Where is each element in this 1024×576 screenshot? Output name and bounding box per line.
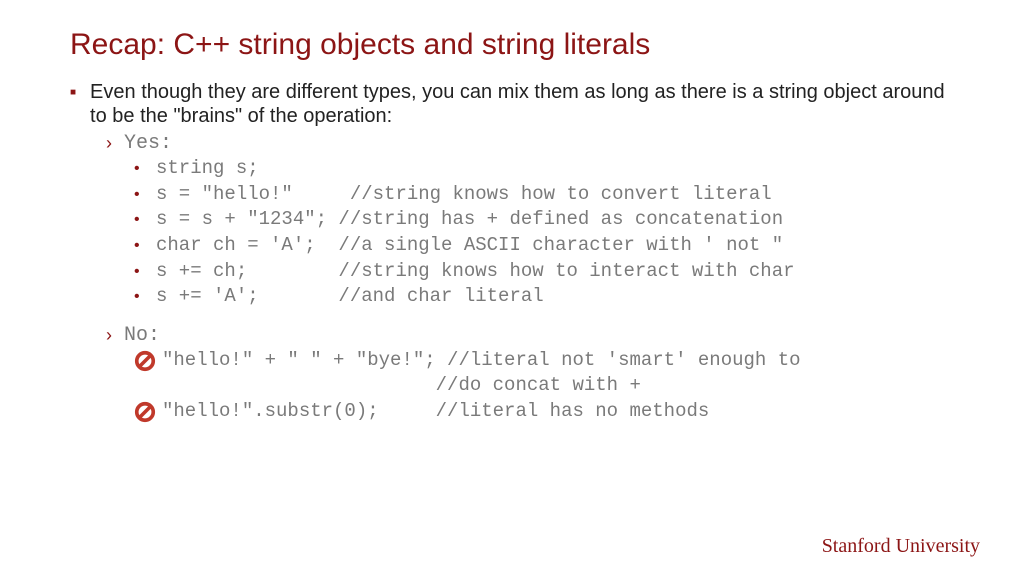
code: //do concat with + — [162, 373, 641, 399]
dot-bullet-icon: • — [134, 209, 146, 231]
code: string s; — [156, 156, 259, 182]
slide-title: Recap: C++ string objects and string lit… — [70, 28, 954, 62]
code-line: • s = s + "1234"; //string has + defined… — [134, 207, 954, 233]
no-code-list: "hello!" + " " + "bye!"; //literal not '… — [134, 348, 954, 425]
no-label: No: — [124, 324, 160, 347]
code-line: //do concat with + — [134, 373, 954, 399]
code-line: "hello!".substr(0); //literal has no met… — [134, 399, 954, 425]
chevron-icon: › — [106, 325, 112, 346]
code-line: "hello!" + " " + "bye!"; //literal not '… — [134, 348, 954, 374]
code: "hello!".substr(0); //literal has no met… — [162, 399, 709, 425]
footer-logo: Stanford University — [822, 535, 980, 558]
code-line: • s += ch; //string knows how to interac… — [134, 259, 954, 285]
dot-bullet-icon: • — [134, 158, 146, 180]
code-line: • s = "hello!" //string knows how to con… — [134, 182, 954, 208]
dot-bullet-icon: • — [134, 261, 146, 283]
code-line: • string s; — [134, 156, 954, 182]
no-header: › No: — [106, 324, 954, 347]
spacer — [134, 375, 156, 397]
yes-header: › Yes: — [106, 132, 954, 155]
dot-bullet-icon: • — [134, 286, 146, 308]
square-bullet-icon: ■ — [70, 87, 76, 98]
code: s = s + "1234"; //string has + defined a… — [156, 207, 783, 233]
code: s = "hello!" //string knows how to conve… — [156, 182, 772, 208]
code: "hello!" + " " + "bye!"; //literal not '… — [162, 348, 801, 374]
code: s += ch; //string knows how to interact … — [156, 259, 795, 285]
intro-text: Even though they are different types, yo… — [90, 80, 954, 128]
chevron-icon: › — [106, 133, 112, 154]
dot-bullet-icon: • — [134, 184, 146, 206]
intro-bullet: ■ Even though they are different types, … — [70, 80, 954, 128]
prohibited-icon — [134, 401, 156, 423]
dot-bullet-icon: • — [134, 235, 146, 257]
code: s += 'A'; //and char literal — [156, 284, 544, 310]
yes-label: Yes: — [124, 132, 172, 155]
yes-code-list: • string s; • s = "hello!" //string know… — [134, 156, 954, 310]
code-line: • s += 'A'; //and char literal — [134, 284, 954, 310]
code-line: • char ch = 'A'; //a single ASCII charac… — [134, 233, 954, 259]
code: char ch = 'A'; //a single ASCII characte… — [156, 233, 783, 259]
prohibited-icon — [134, 350, 156, 372]
